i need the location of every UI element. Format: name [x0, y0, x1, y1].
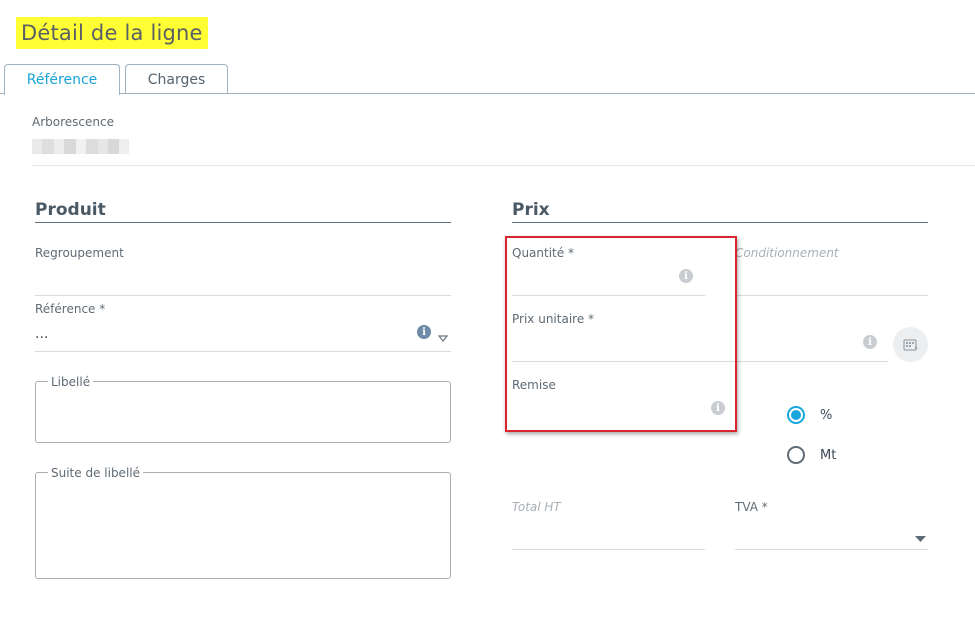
info-icon[interactable]: i: [417, 325, 431, 339]
regroupement-label: Regroupement: [35, 246, 124, 260]
suite-libelle-label: Suite de libellé: [48, 466, 143, 480]
highlight-annotation-box: [505, 236, 737, 432]
conditionnement-field[interactable]: Conditionnement: [735, 246, 928, 296]
tab-bar-divider: [0, 93, 975, 94]
info-icon[interactable]: i: [863, 335, 877, 349]
chevron-down-icon[interactable]: [437, 328, 449, 347]
libelle-textarea[interactable]: [35, 381, 451, 443]
tab-reference[interactable]: Référence: [4, 64, 120, 95]
libelle-label: Libellé: [48, 375, 94, 389]
remise-option-montant[interactable]: Mt: [787, 446, 836, 464]
prix-section-rule: [512, 222, 928, 223]
regroupement-underline: [35, 295, 451, 296]
reference-underline: [35, 351, 451, 352]
tab-charges[interactable]: Charges: [125, 64, 228, 94]
remise-option-percent[interactable]: %: [787, 406, 832, 424]
arborescence-value-blurred: [32, 139, 129, 154]
arborescence-divider: [32, 165, 975, 166]
reference-label: Référence *: [35, 302, 106, 316]
radio-montant[interactable]: [787, 446, 805, 464]
calculator-icon: [902, 338, 918, 351]
total-ht-field: Total HT: [512, 500, 705, 550]
reference-field[interactable]: Référence * ... i: [35, 302, 451, 352]
suite-libelle-textarea[interactable]: [35, 472, 451, 579]
page-title: Détail de la ligne: [21, 21, 203, 45]
conditionnement-underline: [735, 295, 928, 296]
tva-label: TVA *: [735, 500, 768, 514]
arborescence-label: Arborescence: [32, 115, 114, 129]
radio-percent-label: %: [820, 407, 833, 423]
reference-value: ...: [35, 326, 49, 342]
radio-percent[interactable]: [787, 406, 805, 424]
tab-charges-label: Charges: [147, 71, 206, 88]
tab-reference-label: Référence: [26, 72, 98, 88]
tva-field[interactable]: TVA *: [735, 500, 928, 550]
chevron-down-icon[interactable]: [915, 528, 926, 547]
regroupement-field[interactable]: Regroupement: [35, 246, 451, 296]
radio-montant-label: Mt: [820, 447, 837, 463]
total-ht-label: Total HT: [512, 500, 561, 514]
page-title-highlight: Détail de la ligne: [16, 17, 208, 49]
total-ht-underline: [512, 549, 705, 550]
tva-underline: [735, 549, 928, 550]
calculator-button[interactable]: [893, 327, 928, 362]
prix-section-title: Prix: [512, 200, 550, 220]
produit-section-title: Produit: [35, 200, 106, 220]
conditionnement-label: Conditionnement: [735, 246, 839, 260]
produit-section-rule: [35, 222, 451, 223]
